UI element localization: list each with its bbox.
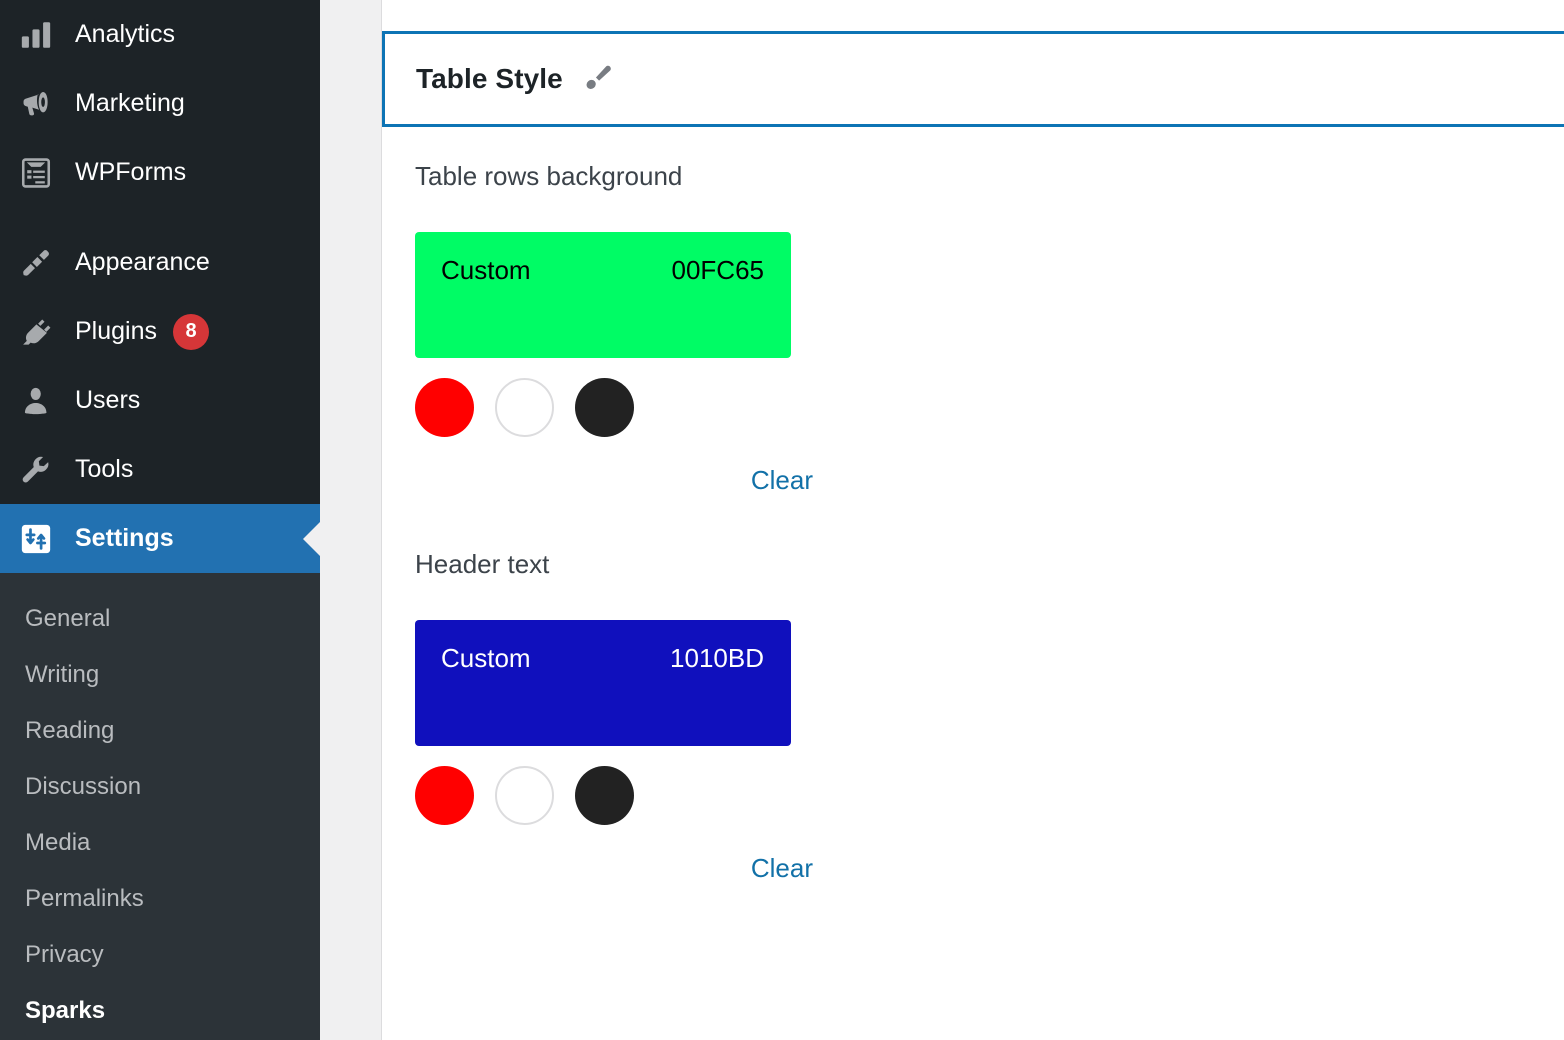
field-header-text: Header text Custom 1010BD Clear	[382, 551, 1564, 881]
status-badge: 8	[173, 313, 209, 350]
user-icon	[16, 381, 56, 421]
current-indicator-arrow-icon	[303, 521, 320, 556]
sidebar-item-writing[interactable]: Writing	[0, 647, 320, 703]
clear-row-header-text: Clear	[415, 855, 813, 881]
field-label: Header text	[415, 549, 550, 579]
sidebar-item-users[interactable]: Users	[0, 366, 320, 435]
white-preset-swatch[interactable]	[495, 766, 554, 825]
admin-screen: Analytics Marketing WPForms Appearance P…	[0, 0, 1564, 1040]
sidebar-item-wpforms[interactable]: WPForms	[0, 138, 320, 207]
swatch-name: Custom	[441, 255, 531, 285]
settings-sliders-icon	[16, 519, 56, 559]
settings-content: Table Style Table rows background Custom…	[382, 0, 1564, 1040]
sidebar-item-label: Plugins	[75, 317, 157, 345]
clear-row-table-rows-background: Clear	[415, 467, 813, 493]
submenu-item-label: Reading	[25, 717, 115, 744]
submenu-item-label: Permalinks	[25, 885, 144, 912]
sidebar-item-analytics[interactable]: Analytics	[0, 0, 320, 69]
submenu-item-label: General	[25, 605, 111, 632]
sidebar-item-tools[interactable]: Tools	[0, 435, 320, 504]
sidebar-item-sparks[interactable]: Sparks	[0, 983, 320, 1039]
field-label: Table rows background	[415, 161, 683, 191]
sidebar-item-marketing[interactable]: Marketing	[0, 69, 320, 138]
megaphone-icon	[16, 84, 56, 124]
sidebar-item-reading[interactable]: Reading	[0, 703, 320, 759]
swatch-hex-value: 00FC65	[671, 255, 765, 285]
sidebar-item-privacy[interactable]: Privacy	[0, 927, 320, 983]
sidebar-item-appearance[interactable]: Appearance	[0, 228, 320, 297]
sidebar-divider	[0, 207, 320, 228]
sidebar-item-settings[interactable]: Settings	[0, 504, 320, 573]
submenu-item-label: Privacy	[25, 941, 104, 968]
submenu-item-label: Writing	[25, 661, 100, 688]
sidebar-item-label: Settings	[75, 524, 174, 552]
color-swatch-table-rows-background[interactable]: Custom 00FC65	[415, 232, 791, 358]
swatch-name: Custom	[441, 643, 531, 673]
submenu-item-label: Sparks	[25, 997, 106, 1024]
clear-button[interactable]: Clear	[751, 467, 813, 493]
sidebar-item-permalinks[interactable]: Permalinks	[0, 871, 320, 927]
settings-submenu: General Writing Reading Discussion Media…	[0, 573, 320, 1040]
color-presets-table-rows-background	[415, 378, 1564, 437]
content-gutter	[320, 0, 382, 1040]
wrench-icon	[16, 450, 56, 490]
color-swatch-header-text[interactable]: Custom 1010BD	[415, 620, 791, 746]
sidebar-item-label: Users	[75, 386, 141, 414]
plug-icon	[16, 312, 56, 352]
page-title: Table Style	[416, 63, 563, 94]
sidebar-item-plugins[interactable]: Plugins 8	[0, 297, 320, 366]
sidebar-item-discussion[interactable]: Discussion	[0, 759, 320, 815]
field-table-rows-background: Table rows background Custom 00FC65 Clea…	[382, 163, 1564, 493]
clear-button[interactable]: Clear	[751, 855, 813, 881]
paintbrush-icon	[579, 61, 615, 97]
sidebar-item-label: Marketing	[75, 89, 185, 117]
panel-header: Table Style	[382, 31, 1564, 127]
sidebar-item-general[interactable]: General	[0, 591, 320, 647]
sidebar-item-label: Tools	[75, 455, 134, 483]
chart-bar-icon	[16, 15, 56, 55]
red-preset-swatch[interactable]	[415, 378, 474, 437]
submenu-item-label: Media	[25, 829, 91, 856]
sidebar-item-media[interactable]: Media	[0, 815, 320, 871]
sidebar-item-label: Analytics	[75, 20, 176, 48]
admin-sidebar: Analytics Marketing WPForms Appearance P…	[0, 0, 320, 1040]
black-preset-swatch[interactable]	[575, 378, 634, 437]
white-preset-swatch[interactable]	[495, 378, 554, 437]
paintbrush-icon	[16, 243, 56, 283]
submenu-item-label: Discussion	[25, 773, 142, 800]
sidebar-item-label: Appearance	[75, 248, 210, 276]
swatch-hex-value: 1010BD	[670, 643, 764, 673]
color-presets-header-text	[415, 766, 1564, 825]
sidebar-item-label: WPForms	[75, 158, 187, 186]
black-preset-swatch[interactable]	[575, 766, 634, 825]
forms-icon	[16, 153, 56, 193]
red-preset-swatch[interactable]	[415, 766, 474, 825]
